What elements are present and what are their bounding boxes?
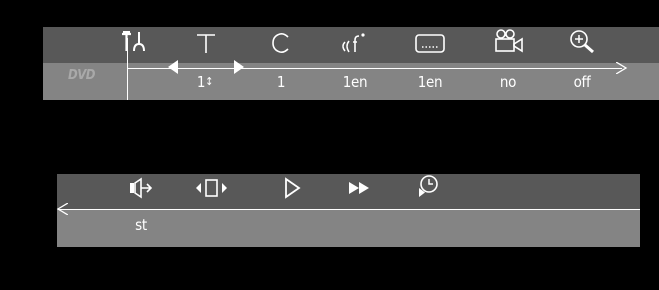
title-icon[interactable] (188, 30, 224, 56)
sound-value: st (135, 216, 147, 234)
top-menu-bar: DVD 1↕ 1 1en 1en no off (12, 6, 659, 138)
subtitle-icon[interactable] (412, 30, 448, 56)
play-icon[interactable] (274, 175, 310, 201)
settings-icon[interactable] (117, 29, 153, 55)
angle-value: no (499, 73, 517, 91)
chapter-icon[interactable] (263, 30, 299, 56)
bottom-menu-bar: st (12, 152, 657, 283)
title-right-arrow-icon[interactable] (234, 60, 244, 74)
menu-start-arrow-icon (56, 203, 68, 215)
audio-icon[interactable] (335, 30, 371, 56)
audio-value: 1en (342, 73, 368, 91)
frame-step-icon[interactable] (194, 175, 230, 201)
zoom-value: off (573, 73, 591, 91)
zoom-icon[interactable] (565, 28, 601, 54)
menu-axis-line (127, 68, 622, 69)
updown-icon: ↕ (205, 75, 214, 88)
dvd-logo: DVD (68, 68, 95, 83)
title-left-arrow-icon[interactable] (168, 60, 178, 74)
title-value: 1↕ (196, 73, 214, 91)
menu-end-arrow-icon (616, 62, 628, 74)
menu-axis-line (58, 209, 640, 210)
subtitle-value: 1en (417, 73, 443, 91)
angle-icon[interactable] (491, 28, 527, 54)
chapter-value: 1 (276, 73, 286, 91)
fast-forward-icon[interactable] (342, 175, 378, 201)
time-search-icon[interactable] (410, 173, 446, 199)
sound-icon[interactable] (122, 175, 158, 201)
